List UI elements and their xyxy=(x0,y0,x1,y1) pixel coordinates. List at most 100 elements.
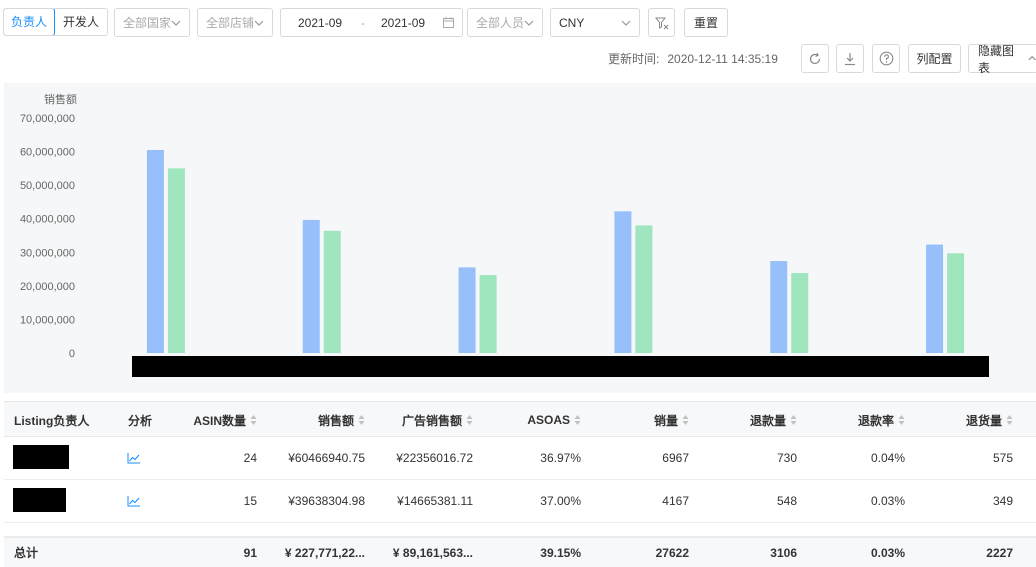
cell-refund-rate: 0.03% xyxy=(870,494,905,508)
currency-select[interactable]: CNY xyxy=(550,8,640,37)
tab-owner[interactable]: 负责人 xyxy=(4,9,55,35)
cell-quantity: 6967 xyxy=(662,451,689,465)
col-asoas-label: ASOAS xyxy=(527,413,570,427)
sort-icon xyxy=(250,415,257,425)
col-ad-sales[interactable]: 广告销售额 xyxy=(370,402,473,438)
date-start[interactable]: 2021-09 xyxy=(298,16,342,30)
y-tick-label: 50,000,000 xyxy=(20,180,75,192)
bar xyxy=(458,267,476,353)
cell-sales: ¥39638304.98 xyxy=(288,494,365,508)
update-time-display: 更新时间: 2020-12-11 14:35:19 xyxy=(608,50,778,67)
total-quantity: 27622 xyxy=(655,545,689,560)
line-chart-icon xyxy=(127,496,140,507)
analysis-chart-button[interactable] xyxy=(127,437,141,479)
total-returns: 2227 xyxy=(986,545,1013,560)
redacted-owner-name xyxy=(13,488,66,512)
download-button[interactable] xyxy=(836,44,864,73)
sort-icon xyxy=(898,415,905,425)
cell-asoas: 36.97% xyxy=(540,451,581,465)
bar xyxy=(146,150,164,353)
country-select[interactable]: 全部国家 xyxy=(114,8,190,37)
bar xyxy=(479,275,497,353)
cell-refund-qty: 548 xyxy=(776,494,797,508)
col-asoas[interactable]: ASOAS xyxy=(478,402,581,438)
col-asin-count-label: ASIN数量 xyxy=(193,413,246,428)
col-listing-owner[interactable]: Listing负责人 xyxy=(14,402,89,438)
cell-returns: 349 xyxy=(992,494,1013,508)
cell-sales: ¥60466940.75 xyxy=(288,451,365,465)
col-refund-rate-label: 退款率 xyxy=(857,413,894,428)
analysis-chart-button[interactable] xyxy=(127,480,141,522)
filter-clear-icon xyxy=(654,17,668,29)
bar xyxy=(614,211,632,353)
redacted-owner-name xyxy=(13,445,69,469)
date-end[interactable]: 2021-09 xyxy=(381,16,425,30)
col-sales[interactable]: 销售额 xyxy=(264,402,365,438)
cell-quantity: 4167 xyxy=(662,494,689,508)
chart-canvas: 销售额 70,000,000 60,000,000 50,000,000 40,000,… xyxy=(20,92,965,360)
date-separator: - xyxy=(361,15,365,30)
refresh-button[interactable] xyxy=(801,44,829,73)
clear-filter-button[interactable] xyxy=(648,8,675,37)
chevron-down-icon xyxy=(171,20,181,26)
total-ad-sales: ¥ 89,161,563... xyxy=(392,545,473,560)
date-range-picker[interactable]: 2021-09 - 2021-09 xyxy=(280,8,463,37)
bar xyxy=(926,244,944,353)
cell-ad-sales: ¥22356016.72 xyxy=(396,451,473,465)
sort-icon xyxy=(466,415,473,425)
country-select-value: 全部国家 xyxy=(123,16,172,30)
col-asin-count[interactable]: ASIN数量 xyxy=(164,402,257,438)
col-returns[interactable]: 退货量 xyxy=(910,402,1013,438)
sort-icon xyxy=(790,415,797,425)
col-refund-qty-label: 退款量 xyxy=(749,413,786,428)
col-quantity-label: 销量 xyxy=(653,413,678,428)
total-refund-rate: 0.03% xyxy=(870,545,905,560)
hide-chart-button[interactable]: 隐藏图表 xyxy=(968,44,1036,75)
total-refund-qty: 3106 xyxy=(770,545,797,560)
line-chart-icon xyxy=(127,453,140,464)
col-sales-label: 销售额 xyxy=(317,413,354,428)
col-ad-sales-label: 广告销售额 xyxy=(401,413,462,428)
chevron-down-icon xyxy=(524,20,534,26)
bar xyxy=(770,261,788,353)
bar xyxy=(302,219,320,353)
reset-button[interactable]: 重置 xyxy=(684,8,728,37)
cell-ad-sales: ¥14665381.11 xyxy=(397,494,473,508)
redacted-x-axis-labels xyxy=(132,356,989,377)
download-icon xyxy=(845,52,855,65)
store-select[interactable]: 全部店铺 xyxy=(197,8,273,37)
total-sales: ¥ 227,771,22... xyxy=(284,545,365,560)
chevron-down-icon xyxy=(621,20,631,26)
col-refund-qty[interactable]: 退款量 xyxy=(694,402,797,438)
column-config-button[interactable]: 列配置 xyxy=(908,44,961,73)
sort-icon xyxy=(1006,415,1013,425)
help-button[interactable] xyxy=(872,44,900,73)
col-refund-rate[interactable]: 退款率 xyxy=(802,402,905,438)
sales-bar-chart: 销售额 70,000,000 60,000,000 50,000,000 40,000,… xyxy=(4,83,1036,393)
total-asin: 91 xyxy=(243,545,257,560)
cell-asoas: 37.00% xyxy=(540,494,581,508)
bar xyxy=(947,253,965,353)
y-tick-label: 30,000,000 xyxy=(20,247,75,259)
total-asoas: 39.15% xyxy=(540,545,581,560)
y-tick-label: 70,000,000 xyxy=(20,113,75,125)
cell-refund-rate: 0.04% xyxy=(870,451,905,465)
col-returns-label: 退货量 xyxy=(965,413,1002,428)
y-tick-label: 20,000,000 xyxy=(20,281,75,293)
table-header: Listing负责人 分析 ASIN数量 销售额 广告销售额 ASOAS 销量 … xyxy=(4,401,1036,437)
table-row: 24 ¥60466940.75 ¥22356016.72 36.97% 6967… xyxy=(4,437,1036,480)
person-select-value: 全部人员 xyxy=(476,16,525,30)
col-quantity[interactable]: 销量 xyxy=(586,402,689,438)
sort-icon xyxy=(358,415,365,425)
sort-icon xyxy=(682,415,689,425)
total-label: 总计 xyxy=(14,546,39,560)
question-circle-icon xyxy=(879,51,893,66)
y-tick-label: 0 xyxy=(69,348,75,360)
cell-asin: 15 xyxy=(243,494,257,508)
tab-developer[interactable]: 开发人 xyxy=(55,9,107,35)
person-select[interactable]: 全部人员 xyxy=(467,8,543,37)
y-tick-label: 10,000,000 xyxy=(20,314,75,326)
chevron-down-icon xyxy=(254,20,264,26)
bar xyxy=(635,225,653,353)
bar xyxy=(323,230,341,353)
